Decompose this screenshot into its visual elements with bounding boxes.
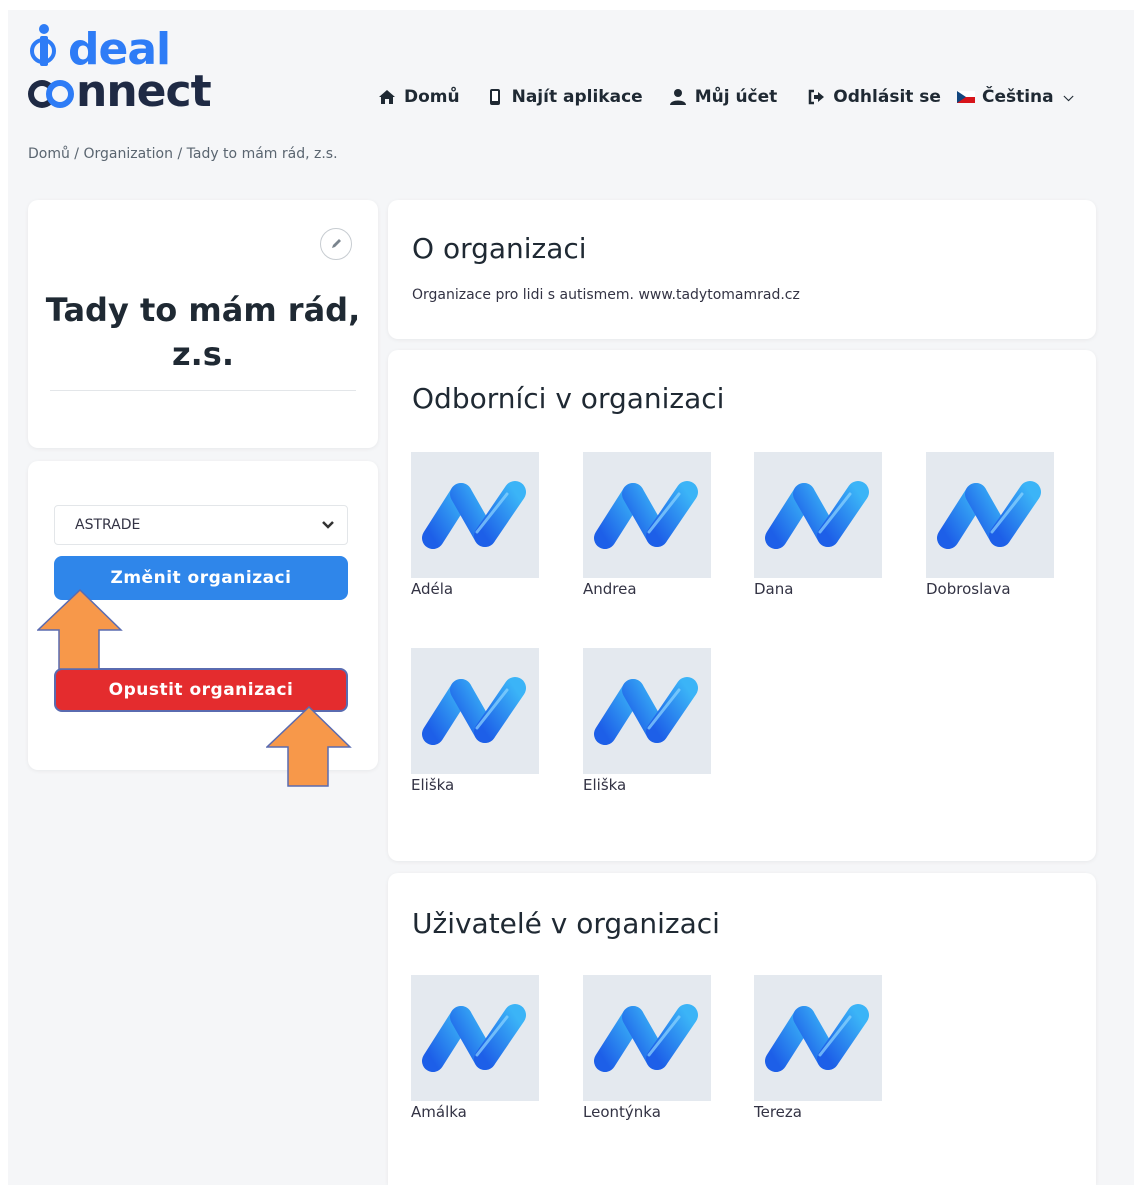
breadcrumb-separator: / (69, 146, 84, 162)
app-logo-icon (934, 480, 1046, 550)
breadcrumb-separator: / (173, 146, 187, 162)
avatar (411, 648, 539, 774)
home-icon (379, 90, 395, 104)
nav-account-label: Můj účet (694, 87, 778, 107)
app-logo-icon (591, 676, 703, 746)
expert-item[interactable]: Dana (754, 452, 894, 598)
nav-home-label: Domů (404, 87, 460, 107)
organization-select-value: ASTRADE (75, 517, 141, 533)
users-card: Uživatelé v organizaci Amálka Leontýnka … (388, 873, 1096, 1185)
user-name: Leontýnka (583, 1103, 661, 1121)
breadcrumb-current: Tady to mám rád, z.s. (186, 146, 338, 162)
annotation-arrow-up (266, 706, 352, 787)
czech-flag-icon (956, 91, 975, 103)
avatar (411, 452, 539, 578)
avatar (583, 648, 711, 774)
users-title: Uživatelé v organizaci (412, 907, 720, 940)
avatar (583, 975, 711, 1101)
avatar (583, 452, 711, 578)
breadcrumb-organization[interactable]: Organization (83, 146, 173, 162)
nav-account[interactable]: Můj účet (669, 87, 778, 107)
expert-item[interactable]: Eliška (411, 648, 551, 794)
app-logo-icon (762, 1003, 874, 1073)
experts-title: Odborníci v organizaci (412, 382, 725, 415)
expert-name: Dobroslava (926, 580, 1011, 598)
nav-logout[interactable]: Odhlásit se (807, 87, 941, 107)
nav-find-apps[interactable]: Najít aplikace (486, 87, 643, 107)
avatar (754, 452, 882, 578)
avatar (754, 975, 882, 1101)
nav-home[interactable]: Domů (378, 87, 460, 107)
org-name-card: Tady to mám rád, z.s. (28, 200, 378, 448)
about-text: Organizace pro lidi s autismem. www.tady… (412, 287, 800, 303)
user-item[interactable]: Amálka (411, 975, 551, 1121)
breadcrumb: Domů / Organization / Tady to mám rád, z… (28, 146, 338, 162)
logo-word-connect: nnect (76, 66, 212, 117)
language-label: Čeština (981, 87, 1054, 107)
app-logo-icon (591, 1003, 703, 1073)
main-nav: Domů Najít aplikace Můj účet Odhlásit se… (378, 84, 1073, 110)
expert-item[interactable]: Adéla (411, 452, 551, 598)
organization-select[interactable]: ASTRADE (54, 505, 348, 545)
expert-item[interactable]: Andrea (583, 452, 723, 598)
breadcrumb-home[interactable]: Domů (28, 146, 70, 162)
expert-item[interactable]: Eliška (583, 648, 723, 794)
user-name: Tereza (754, 1103, 802, 1121)
expert-name: Andrea (583, 580, 637, 598)
chevron-down-icon (322, 521, 334, 529)
avatar (411, 975, 539, 1101)
about-title: O organizaci (412, 232, 587, 265)
experts-card: Odborníci v organizaci Adéla Andrea Dana… (388, 350, 1096, 861)
about-card: O organizaci Organizace pro lidi s autis… (388, 200, 1096, 339)
user-item[interactable]: Tereza (754, 975, 894, 1121)
app-logo-icon (419, 480, 531, 550)
ideal-connect-logo[interactable]: deal nnect (28, 24, 248, 116)
expert-name: Adéla (411, 580, 454, 598)
nav-find-apps-label: Najít aplikace (511, 87, 643, 107)
app-logo-icon (419, 676, 531, 746)
expert-item[interactable]: Dobroslava (926, 452, 1066, 598)
user-icon (669, 89, 686, 105)
user-name: Amálka (411, 1103, 467, 1121)
phone-icon (489, 89, 500, 105)
logo-co-icon (28, 72, 78, 112)
divider (50, 390, 356, 391)
language-selector[interactable]: Čeština ⌵ (956, 87, 1074, 107)
sign-out-icon (809, 89, 825, 105)
expert-name: Eliška (583, 776, 627, 794)
org-name: Tady to mám rád, z.s. (45, 291, 361, 373)
expert-name: Eliška (411, 776, 455, 794)
annotation-arrow-up (37, 589, 123, 670)
app-logo-icon (591, 480, 703, 550)
app-logo-icon (419, 1003, 531, 1073)
nav-logout-label: Odhlásit se (833, 87, 941, 107)
user-item[interactable]: Leontýnka (583, 975, 723, 1121)
chevron-down-icon: ⌵ (1063, 89, 1074, 105)
logo-i-icon (28, 24, 64, 72)
expert-name: Dana (754, 580, 794, 598)
pencil-icon (332, 239, 341, 248)
app-logo-icon (762, 480, 874, 550)
edit-button[interactable] (320, 228, 352, 260)
avatar (926, 452, 1054, 578)
